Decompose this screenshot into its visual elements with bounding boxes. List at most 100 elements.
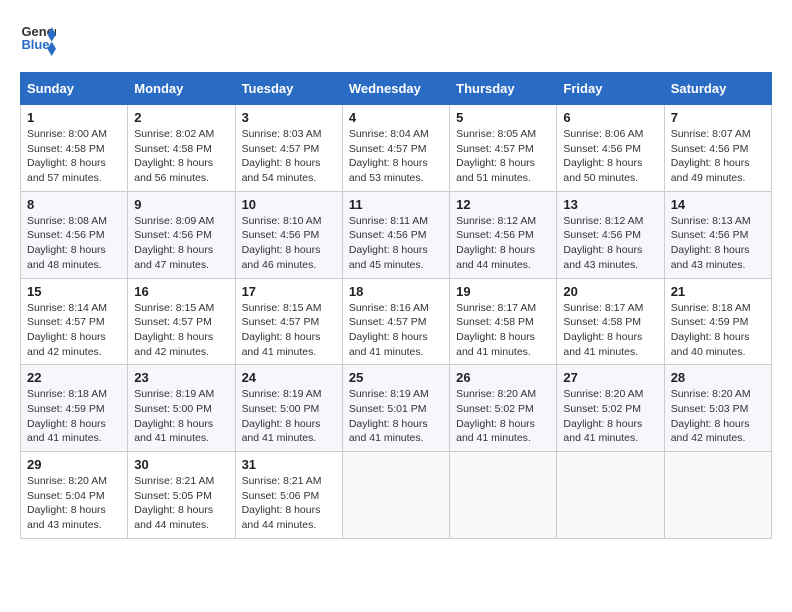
day-info: Sunrise: 8:21 AMSunset: 5:05 PMDaylight:… (134, 474, 228, 533)
day-number: 26 (456, 370, 550, 385)
day-number: 30 (134, 457, 228, 472)
day-number: 1 (27, 110, 121, 125)
calendar-day-cell: 7Sunrise: 8:07 AMSunset: 4:56 PMDaylight… (664, 105, 771, 192)
day-info: Sunrise: 8:03 AMSunset: 4:57 PMDaylight:… (242, 127, 336, 186)
day-number: 3 (242, 110, 336, 125)
day-info: Sunrise: 8:11 AMSunset: 4:56 PMDaylight:… (349, 214, 443, 273)
day-of-week-header: Tuesday (235, 73, 342, 105)
page-header: General Blue (20, 20, 772, 56)
day-number: 15 (27, 284, 121, 299)
calendar-day-cell: 24 Sunrise: 8:19 AMSunset: 5:00 PMDayligh… (235, 365, 342, 452)
calendar-day-cell: 5 Sunrise: 8:05 AMSunset: 4:57 PMDaylight… (450, 105, 557, 192)
logo: General Blue (20, 20, 56, 56)
day-info: Sunrise: 8:20 AMSunset: 5:04 PMDaylight:… (27, 474, 121, 533)
day-info: Sunrise: 8:13 AMSunset: 4:56 PMDaylight:… (671, 214, 765, 273)
day-number: 5 (456, 110, 550, 125)
calendar-table: SundayMondayTuesdayWednesdayThursdayFrid… (20, 72, 772, 539)
day-info: Sunrise: 8:18 AMSunset: 4:59 PMDaylight:… (27, 387, 121, 446)
day-number: 27 (563, 370, 657, 385)
day-info: Sunrise: 8:12 AMSunset: 4:56 PMDaylight:… (563, 214, 657, 273)
calendar-day-cell: 4Sunrise: 8:04 AMSunset: 4:57 PMDaylight… (342, 105, 449, 192)
day-info: Sunrise: 8:06 AMSunset: 4:56 PMDaylight:… (563, 127, 657, 186)
svg-text:Blue: Blue (21, 37, 49, 52)
day-of-week-header: Sunday (21, 73, 128, 105)
day-info: Sunrise: 8:09 AMSunset: 4:56 PMDaylight:… (134, 214, 228, 273)
day-info: Sunrise: 8:16 AMSunset: 4:57 PMDaylight:… (349, 301, 443, 360)
calendar-day-cell: 29 Sunrise: 8:20 AMSunset: 5:04 PMDayligh… (21, 452, 128, 539)
calendar-day-cell: 14Sunrise: 8:13 AMSunset: 4:56 PMDayligh… (664, 191, 771, 278)
empty-day-cell (557, 452, 664, 539)
calendar-day-cell: 28Sunrise: 8:20 AMSunset: 5:03 PMDayligh… (664, 365, 771, 452)
calendar-day-cell: 21 Sunrise: 8:18 AMSunset: 4:59 PMDayligh… (664, 278, 771, 365)
day-number: 8 (27, 197, 121, 212)
calendar-day-cell: 30 Sunrise: 8:21 AMSunset: 5:05 PMDayligh… (128, 452, 235, 539)
calendar-week-row: 29 Sunrise: 8:20 AMSunset: 5:04 PMDayligh… (21, 452, 772, 539)
day-info: Sunrise: 8:19 AMSunset: 5:00 PMDaylight:… (242, 387, 336, 446)
day-of-week-header: Saturday (664, 73, 771, 105)
day-number: 22 (27, 370, 121, 385)
calendar-day-cell: 10 Sunrise: 8:10 AMSunset: 4:56 PMDayligh… (235, 191, 342, 278)
calendar-day-cell: 2 Sunrise: 8:02 AMSunset: 4:58 PMDaylight… (128, 105, 235, 192)
calendar-day-cell: 3 Sunrise: 8:03 AMSunset: 4:57 PMDaylight… (235, 105, 342, 192)
calendar-day-cell: 9 Sunrise: 8:09 AMSunset: 4:56 PMDaylight… (128, 191, 235, 278)
day-number: 16 (134, 284, 228, 299)
day-number: 4 (349, 110, 443, 125)
calendar-day-cell: 16 Sunrise: 8:15 AMSunset: 4:57 PMDayligh… (128, 278, 235, 365)
day-of-week-header: Thursday (450, 73, 557, 105)
day-number: 20 (563, 284, 657, 299)
day-info: Sunrise: 8:08 AMSunset: 4:56 PMDaylight:… (27, 214, 121, 273)
empty-day-cell (450, 452, 557, 539)
day-number: 2 (134, 110, 228, 125)
calendar-day-cell: 31Sunrise: 8:21 AMSunset: 5:06 PMDayligh… (235, 452, 342, 539)
day-number: 12 (456, 197, 550, 212)
calendar-day-cell: 11 Sunrise: 8:11 AMSunset: 4:56 PMDayligh… (342, 191, 449, 278)
empty-day-cell (342, 452, 449, 539)
day-of-week-header: Friday (557, 73, 664, 105)
day-number: 23 (134, 370, 228, 385)
day-info: Sunrise: 8:19 AMSunset: 5:00 PMDaylight:… (134, 387, 228, 446)
day-info: Sunrise: 8:18 AMSunset: 4:59 PMDaylight:… (671, 301, 765, 360)
calendar-week-row: 1 Sunrise: 8:00 AMSunset: 4:58 PMDaylight… (21, 105, 772, 192)
calendar-day-cell: 17 Sunrise: 8:15 AMSunset: 4:57 PMDayligh… (235, 278, 342, 365)
day-number: 9 (134, 197, 228, 212)
day-info: Sunrise: 8:14 AMSunset: 4:57 PMDaylight:… (27, 301, 121, 360)
day-info: Sunrise: 8:07 AMSunset: 4:56 PMDaylight:… (671, 127, 765, 186)
day-number: 21 (671, 284, 765, 299)
day-info: Sunrise: 8:10 AMSunset: 4:56 PMDaylight:… (242, 214, 336, 273)
calendar-day-cell: 6Sunrise: 8:06 AMSunset: 4:56 PMDaylight… (557, 105, 664, 192)
day-number: 11 (349, 197, 443, 212)
calendar-week-row: 15 Sunrise: 8:14 AMSunset: 4:57 PMDayligh… (21, 278, 772, 365)
day-number: 29 (27, 457, 121, 472)
day-info: Sunrise: 8:20 AMSunset: 5:02 PMDaylight:… (456, 387, 550, 446)
day-number: 10 (242, 197, 336, 212)
day-number: 18 (349, 284, 443, 299)
day-info: Sunrise: 8:02 AMSunset: 4:58 PMDaylight:… (134, 127, 228, 186)
day-number: 25 (349, 370, 443, 385)
calendar-day-cell: 13 Sunrise: 8:12 AMSunset: 4:56 PMDayligh… (557, 191, 664, 278)
day-info: Sunrise: 8:15 AMSunset: 4:57 PMDaylight:… (242, 301, 336, 360)
calendar-day-cell: 20Sunrise: 8:17 AMSunset: 4:58 PMDayligh… (557, 278, 664, 365)
calendar-day-cell: 12 Sunrise: 8:12 AMSunset: 4:56 PMDayligh… (450, 191, 557, 278)
day-info: Sunrise: 8:12 AMSunset: 4:56 PMDaylight:… (456, 214, 550, 273)
day-info: Sunrise: 8:15 AMSunset: 4:57 PMDaylight:… (134, 301, 228, 360)
calendar-day-cell: 27 Sunrise: 8:20 AMSunset: 5:02 PMDayligh… (557, 365, 664, 452)
day-number: 19 (456, 284, 550, 299)
day-number: 24 (242, 370, 336, 385)
day-number: 17 (242, 284, 336, 299)
calendar-day-cell: 25 Sunrise: 8:19 AMSunset: 5:01 PMDayligh… (342, 365, 449, 452)
calendar-day-cell: 8 Sunrise: 8:08 AMSunset: 4:56 PMDaylight… (21, 191, 128, 278)
day-number: 13 (563, 197, 657, 212)
calendar-day-cell: 22 Sunrise: 8:18 AMSunset: 4:59 PMDayligh… (21, 365, 128, 452)
day-of-week-header: Monday (128, 73, 235, 105)
calendar-day-cell: 26 Sunrise: 8:20 AMSunset: 5:02 PMDayligh… (450, 365, 557, 452)
calendar-day-cell: 19Sunrise: 8:17 AMSunset: 4:58 PMDayligh… (450, 278, 557, 365)
day-number: 31 (242, 457, 336, 472)
calendar-week-row: 22 Sunrise: 8:18 AMSunset: 4:59 PMDayligh… (21, 365, 772, 452)
day-info: Sunrise: 8:19 AMSunset: 5:01 PMDaylight:… (349, 387, 443, 446)
day-number: 28 (671, 370, 765, 385)
day-info: Sunrise: 8:20 AMSunset: 5:02 PMDaylight:… (563, 387, 657, 446)
day-info: Sunrise: 8:05 AMSunset: 4:57 PMDaylight:… (456, 127, 550, 186)
day-info: Sunrise: 8:00 AMSunset: 4:58 PMDaylight:… (27, 127, 121, 186)
empty-day-cell (664, 452, 771, 539)
day-of-week-header: Wednesday (342, 73, 449, 105)
